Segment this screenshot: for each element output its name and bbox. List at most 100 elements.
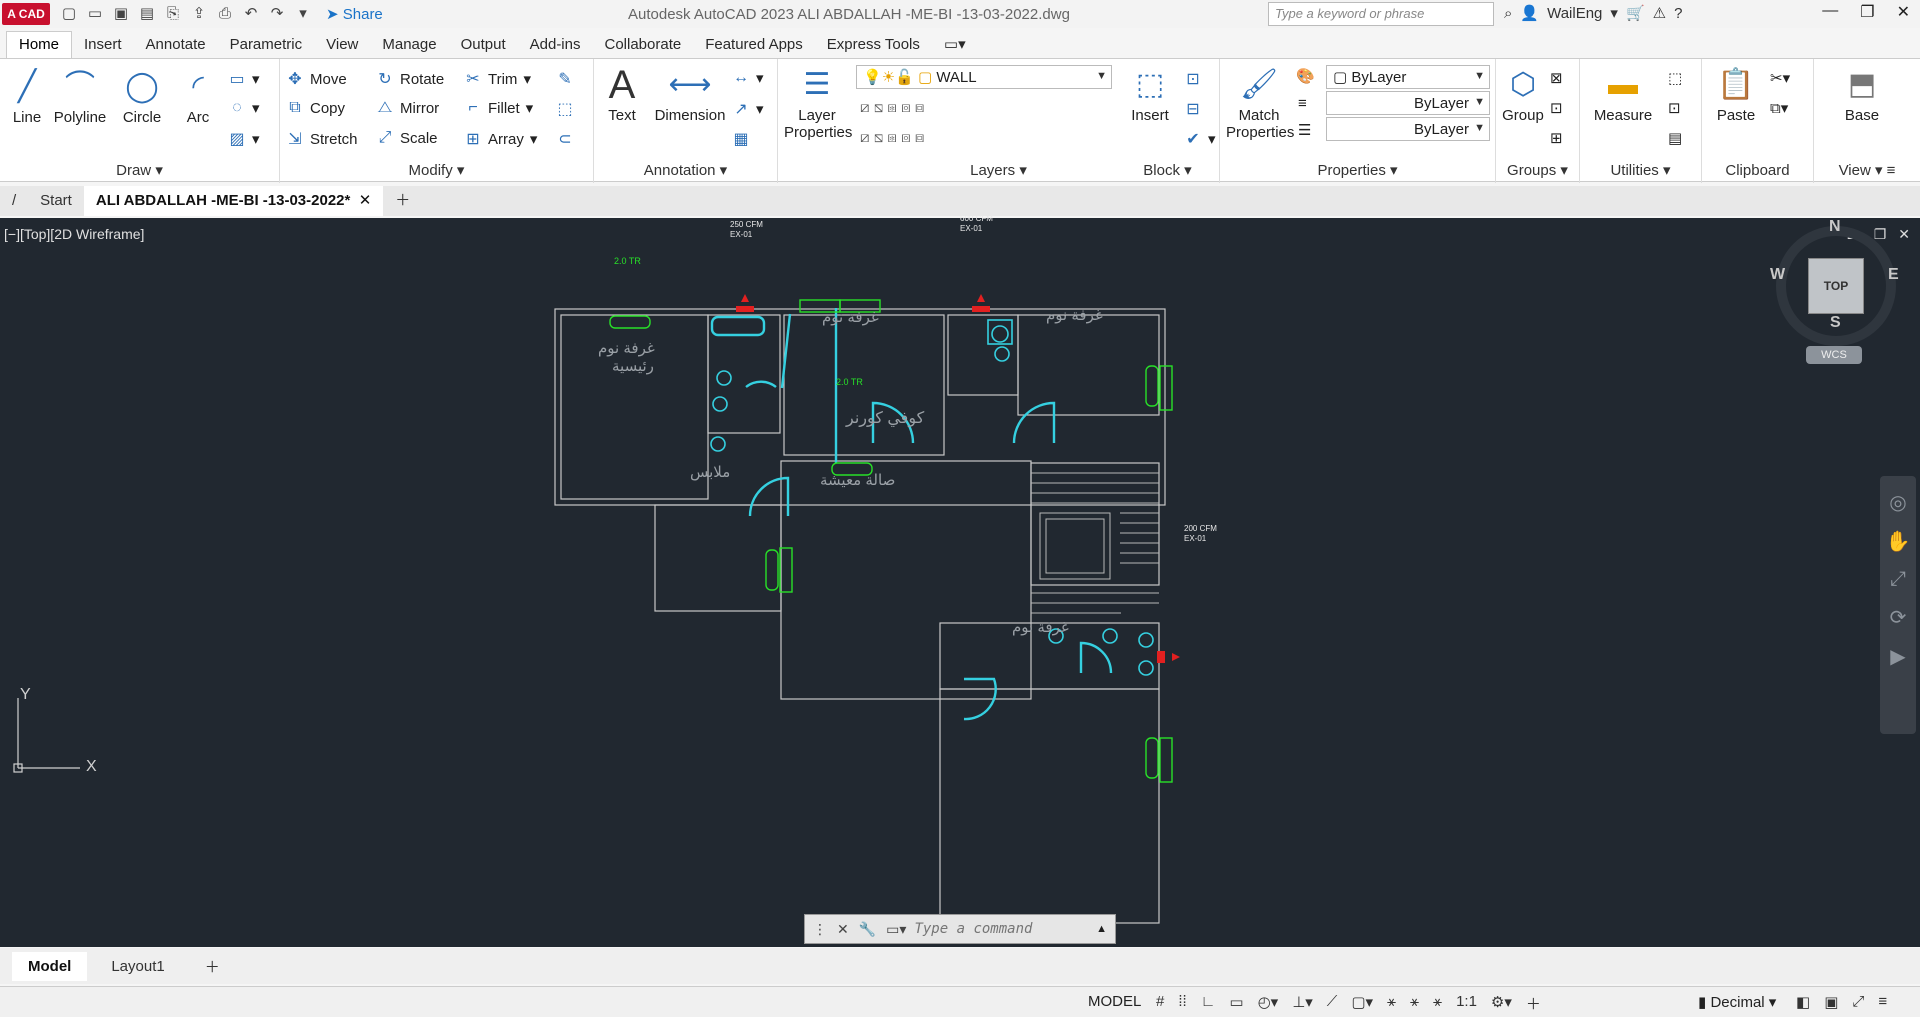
tab-start[interactable]: Start <box>28 186 84 216</box>
calculator-icon[interactable]: ▤ <box>1668 129 1682 147</box>
object-snap-icon[interactable]: ▢▾ <box>1351 993 1373 1014</box>
command-input[interactable] <box>914 921 1095 937</box>
open-folder-icon[interactable]: ▭ <box>86 5 104 23</box>
cut-icon[interactable]: ✂▾ <box>1770 69 1790 87</box>
fillet-button[interactable]: ⌐ Fillet ▾ <box>464 99 533 117</box>
annotation-scale-icon[interactable]: ⚹ <box>1433 993 1442 1014</box>
polar-tracking-icon[interactable]: ◴▾ <box>1258 993 1279 1014</box>
annotation-scale-value[interactable]: 1:1 <box>1456 993 1477 1014</box>
block-panel-title[interactable]: Block ▾ <box>1116 161 1219 179</box>
measure-button[interactable]: ▬ Measure <box>1588 63 1658 124</box>
draw-panel-title[interactable]: Draw ▾ <box>0 161 279 179</box>
copy-clip-icon[interactable]: ⧉▾ <box>1770 99 1788 117</box>
create-block-button[interactable]: ⊡ <box>1184 69 1202 89</box>
scale-button[interactable]: ⤢ Scale <box>376 129 438 147</box>
workspace-icon[interactable]: ⚙▾ <box>1491 993 1512 1014</box>
tab-collaborate[interactable]: Collaborate <box>592 32 693 58</box>
redo-icon[interactable]: ↷ <box>268 5 286 23</box>
tab-output[interactable]: Output <box>449 32 518 58</box>
close-tab-icon[interactable]: ✕ <box>359 192 372 209</box>
hatch-button[interactable]: ◌ ▾ <box>228 99 259 117</box>
edit-block-button[interactable]: ⊟ <box>1184 99 1202 119</box>
text-button[interactable]: A Text <box>602 63 642 124</box>
group-edit-icon[interactable]: ⊡ <box>1550 99 1563 117</box>
gradient-button[interactable]: ▨ ▾ <box>228 129 259 149</box>
annotation-monitor-icon[interactable]: ＋ <box>1526 993 1541 1014</box>
compass-south[interactable]: S <box>1830 314 1841 332</box>
a360-icon[interactable]: ⚠ <box>1653 4 1666 22</box>
tab-layout1[interactable]: Layout1 <box>95 952 180 981</box>
open-from-web-icon[interactable]: ⎘ <box>164 5 182 23</box>
drawing-area[interactable]: [−][Top][2D Wireframe] ▬ ❐ ✕ غرفة نوم رئ… <box>0 214 1920 947</box>
search-input[interactable]: Type a keyword or phrase <box>1268 2 1494 26</box>
tab-view[interactable]: View <box>314 32 370 58</box>
rotate-button[interactable]: ↻ Rotate <box>376 69 444 89</box>
line-button[interactable]: ╱ Line <box>6 65 48 126</box>
model-space-toggle[interactable]: MODEL <box>1088 993 1141 1010</box>
new-tab-icon[interactable]: ＋ <box>383 186 422 216</box>
share-button[interactable]: ➤ Share <box>326 5 383 23</box>
base-button[interactable]: ⬒ Base <box>1834 63 1890 124</box>
quick-properties-icon[interactable]: ◧ <box>1796 993 1810 1011</box>
layer-tools-row2[interactable]: ⧄ ⧅ ⧆ ⧇ ⧈ <box>860 129 924 146</box>
explode-button[interactable]: ⬚ <box>556 99 574 119</box>
pan-icon[interactable]: ✋ <box>1880 529 1916 554</box>
tab-express-tools[interactable]: Express Tools <box>815 32 932 58</box>
save-to-web-icon[interactable]: ⇪ <box>190 5 208 23</box>
linetype-dropdown[interactable]: ByLayer ▼ <box>1326 91 1490 115</box>
tab-featured-apps[interactable]: Featured Apps <box>693 32 815 58</box>
clean-screen-icon[interactable]: ⤢ <box>1852 993 1864 1011</box>
layer-tools-row1[interactable]: ⧄ ⧅ ⧆ ⧇ ⧈ <box>860 99 924 116</box>
match-properties-button[interactable]: 🖌 Match Properties <box>1226 63 1294 141</box>
recent-commands-icon[interactable]: ▭▾ <box>886 921 906 938</box>
tab-annotate[interactable]: Annotate <box>134 32 218 58</box>
insert-button[interactable]: ⬚ Insert <box>1122 63 1178 124</box>
customize-icon[interactable]: 🔧 <box>859 921 876 938</box>
compass-north[interactable]: N <box>1829 218 1841 236</box>
new-file-icon[interactable]: ▢ <box>60 5 78 23</box>
showmotion-icon[interactable]: ▶ <box>1880 644 1916 669</box>
groups-panel-title[interactable]: Groups ▾ <box>1496 161 1579 179</box>
move-button[interactable]: ✥ Move <box>286 69 346 89</box>
dimension-button[interactable]: ⟷ Dimension <box>650 63 730 124</box>
tab-manage[interactable]: Manage <box>370 32 448 58</box>
graphics-performance-icon[interactable]: ▣ <box>1824 993 1838 1011</box>
close-icon[interactable]: ✕ <box>837 921 849 938</box>
isodraft-icon[interactable]: ⊥▾ <box>1292 993 1313 1014</box>
tab-add-ins[interactable]: Add-ins <box>518 32 593 58</box>
mirror-button[interactable]: ⧍ Mirror <box>376 99 440 117</box>
grip-icon[interactable]: ⋮ <box>813 921 827 938</box>
autocad-logo[interactable]: A CAD <box>2 3 50 25</box>
table-button[interactable]: ▦ <box>732 129 750 149</box>
annotation-visibility-icon[interactable]: ⚹ <box>1387 993 1396 1014</box>
select-all-icon[interactable]: ⊡ <box>1668 99 1681 117</box>
cart-icon[interactable]: 🛒 <box>1626 4 1645 22</box>
steering-wheel-icon[interactable]: ◎ <box>1880 490 1916 515</box>
zoom-extents-icon[interactable]: ⤢ <box>1880 568 1916 591</box>
new-layout-icon[interactable]: ＋ <box>189 950 236 983</box>
restore-icon[interactable]: ❐ <box>1860 2 1874 22</box>
layer-properties-button[interactable]: ☰ Layer Properties <box>784 63 852 141</box>
stretch-button[interactable]: ⇲ Stretch <box>286 129 357 149</box>
grid-icon[interactable]: # <box>1156 993 1164 1014</box>
quick-select-icon[interactable]: ⬚ <box>1668 69 1682 87</box>
tab-drawing-file[interactable]: ALI ABDALLAH -ME-BI -13-03-2022* ✕ <box>83 186 384 216</box>
offset-button[interactable]: ⊂ <box>556 129 574 149</box>
polyline-button[interactable]: ⌒ Polyline <box>50 65 110 126</box>
utilities-panel-title[interactable]: Utilities ▾ <box>1580 161 1701 179</box>
erase-button[interactable]: ✎ <box>556 69 574 89</box>
auto-scale-icon[interactable]: ⚹ <box>1410 993 1419 1014</box>
trim-button[interactable]: ✂ Trim ▾ <box>464 69 531 89</box>
compass-east[interactable]: E <box>1888 266 1899 284</box>
help-icon[interactable]: ? <box>1674 5 1682 22</box>
clipboard-panel-title[interactable]: Clipboard <box>1702 162 1813 179</box>
tab-parametric[interactable]: Parametric <box>218 32 315 58</box>
infer-constraints-icon[interactable]: ∟ <box>1201 993 1216 1014</box>
color-dropdown[interactable]: ▢ ByLayer ▼ <box>1326 65 1490 89</box>
wcs-menu[interactable]: WCS <box>1806 346 1862 364</box>
layer-dropdown[interactable]: 💡☀🔓 ▢ WALL ▼ <box>856 65 1112 89</box>
close-icon[interactable]: ✕ <box>1897 2 1910 22</box>
customize-qat-icon[interactable]: ▾ <box>294 5 312 23</box>
tab-model[interactable]: Model <box>12 951 88 981</box>
arc-button[interactable]: ◜ Arc <box>176 65 220 126</box>
